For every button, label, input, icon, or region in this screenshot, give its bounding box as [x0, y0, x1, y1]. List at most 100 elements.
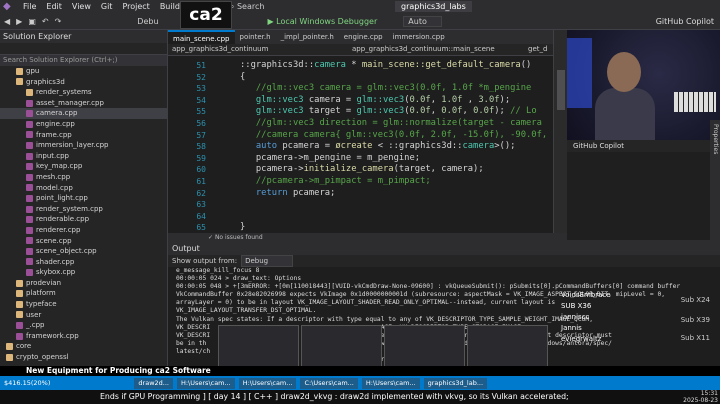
code-editor[interactable]: 51::graphics3d::camera * main_scene::get…: [168, 56, 553, 233]
undo-icon[interactable]: ↶: [42, 17, 49, 26]
tree-item[interactable]: skybox.cpp: [0, 267, 167, 278]
folder-icon: [16, 67, 23, 75]
folder-icon: [6, 353, 13, 361]
tree-item[interactable]: scene.cpp: [0, 236, 167, 247]
menu-view[interactable]: View: [67, 2, 96, 11]
code-token: ,: [430, 94, 442, 105]
tree-item-label: scene.cpp: [36, 236, 72, 245]
tree-item[interactable]: frame.cpp: [0, 130, 167, 141]
cpp-file-icon: [26, 194, 33, 202]
editor-tab[interactable]: immersion.cpp: [388, 30, 450, 44]
tree-item[interactable]: render_systems: [0, 87, 167, 98]
tree-item[interactable]: input.cpp: [0, 151, 167, 162]
stream-ticker: New Equipment for Producing ca2 Software: [0, 366, 720, 376]
redo-icon[interactable]: ↷: [55, 17, 62, 26]
tree-item[interactable]: graphics3d: [0, 77, 167, 88]
auto-dropdown[interactable]: Auto: [403, 15, 442, 27]
tree-item[interactable]: gpu: [0, 66, 167, 77]
scroll-thumb[interactable]: [557, 70, 565, 110]
tree-item[interactable]: engine.cpp: [0, 119, 167, 130]
status-bar: $416.15(20%) draw2d... H:\Users\cam... H…: [0, 376, 720, 390]
taskbar-window[interactable]: graphics3d_lab...: [423, 377, 488, 389]
copilot-panel-header[interactable]: GitHub Copilot: [567, 140, 720, 152]
cpp-file-icon: [26, 205, 33, 213]
tree-item[interactable]: typeface: [0, 299, 167, 310]
taskbar-window[interactable]: H:\Users\cam...: [238, 377, 297, 389]
menu-edit[interactable]: Edit: [41, 2, 67, 11]
taskbar-window[interactable]: C:\Users\cam...: [300, 377, 358, 389]
tree-item-label: render_system.cpp: [36, 204, 103, 213]
tree-item[interactable]: model.cpp: [0, 183, 167, 194]
tree-item[interactable]: prodevian: [0, 278, 167, 289]
tree-item[interactable]: render_system.cpp: [0, 204, 167, 215]
line-number: 52: [196, 72, 206, 82]
code-token: );: [494, 106, 511, 117]
nav-member-dropdown[interactable]: get_d: [528, 45, 547, 53]
cpp-file-icon: [16, 322, 23, 330]
blue-light: [567, 38, 592, 108]
code-token: camera: [462, 141, 495, 152]
tree-item[interactable]: crypto_openssl: [0, 352, 167, 363]
tree-item[interactable]: renderable.cpp: [0, 214, 167, 225]
line-number: 54: [196, 95, 206, 105]
tree-item[interactable]: renderer.cpp: [0, 225, 167, 236]
tree-item[interactable]: core: [0, 341, 167, 352]
taskbar-window[interactable]: draw2d...: [134, 377, 173, 389]
tree-item-label: skybox.cpp: [36, 268, 76, 277]
tree-item[interactable]: camera.cpp: [0, 108, 167, 119]
taskbar-window[interactable]: H:\Users\cam...: [361, 377, 420, 389]
nav-project-dropdown[interactable]: app_graphics3d_continuum: [172, 45, 268, 53]
copilot-button[interactable]: GitHub Copilot: [656, 17, 714, 26]
tree-item[interactable]: _.cpp: [0, 320, 167, 331]
folder-icon: [16, 311, 23, 319]
tree-item[interactable]: shader.cpp: [0, 257, 167, 268]
start-debugger-button[interactable]: ▶ Local Windows Debugger: [267, 17, 377, 26]
tree-item[interactable]: framework.cpp: [0, 331, 167, 342]
menu-project[interactable]: Project: [117, 2, 154, 11]
system-clock[interactable]: 15:31 2025-08-23: [683, 390, 718, 404]
menu-git[interactable]: Git: [96, 2, 118, 11]
solution-search-input[interactable]: Search Solution Explorer (Ctrl+;): [0, 55, 167, 66]
cpp-file-icon: [26, 184, 33, 192]
taskbar-window[interactable]: H:\Users\cam...: [176, 377, 235, 389]
cpp-file-icon: [26, 152, 33, 160]
window-thumbnail[interactable]: [384, 325, 465, 371]
forward-icon[interactable]: ▶: [16, 17, 22, 26]
window-thumbnail[interactable]: [301, 325, 382, 371]
tree-item[interactable]: mesh.cpp: [0, 172, 167, 183]
code-token: pcamera;: [287, 187, 336, 198]
window-thumbnail[interactable]: [218, 325, 299, 371]
window-thumbnail[interactable]: [467, 325, 548, 371]
code-token: return: [255, 187, 288, 198]
code-token: camera =: [303, 94, 357, 105]
nav-scope-dropdown[interactable]: app_graphics3d_continuum::main_scene: [352, 45, 495, 53]
editor-scrollbar[interactable]: [553, 30, 567, 233]
editor-tab[interactable]: pointer.h: [235, 30, 276, 44]
line-number: 53: [196, 84, 206, 94]
stream-title: Ends if GPU Programming ] [ day 14 ] [ C…: [100, 392, 569, 401]
tree-item[interactable]: asset_manager.cpp: [0, 98, 167, 109]
tree-item[interactable]: scene_object.cpp: [0, 246, 167, 257]
code-token: glm::vec3: [255, 106, 304, 117]
tree-item[interactable]: key_map.cpp: [0, 161, 167, 172]
code-token: target =: [303, 106, 357, 117]
editor-tab[interactable]: engine.cpp: [339, 30, 388, 44]
save-icon[interactable]: ▣: [28, 17, 36, 26]
ticker-title: New Equipment for Producing ca2 Software: [26, 366, 211, 375]
visual-studio-logo-icon[interactable]: ◆: [3, 1, 15, 13]
config-dropdown[interactable]: Debu: [137, 17, 158, 26]
back-icon[interactable]: ◀: [4, 17, 10, 26]
tree-item-label: frame.cpp: [36, 130, 72, 139]
solution-tree: gpu graphics3d render_systems asset_manager…: [0, 66, 167, 363]
tree-item[interactable]: platform: [0, 288, 167, 299]
editor-tab[interactable]: main_scene.cpp: [168, 30, 235, 44]
properties-tab[interactable]: Properties: [712, 124, 719, 154]
tree-item[interactable]: user: [0, 310, 167, 321]
code-text: pcamera->initialize_camera(target, camer…: [240, 164, 484, 176]
tree-item[interactable]: point_light.cpp: [0, 193, 167, 204]
menu-file[interactable]: File: [18, 2, 41, 11]
tree-item[interactable]: immersion_layer.cpp: [0, 140, 167, 151]
code-token: < ::graphics3d::: [372, 141, 463, 152]
output-source-dropdown[interactable]: Debug: [241, 255, 294, 267]
editor-tab[interactable]: _impl_pointer.h: [276, 30, 339, 44]
